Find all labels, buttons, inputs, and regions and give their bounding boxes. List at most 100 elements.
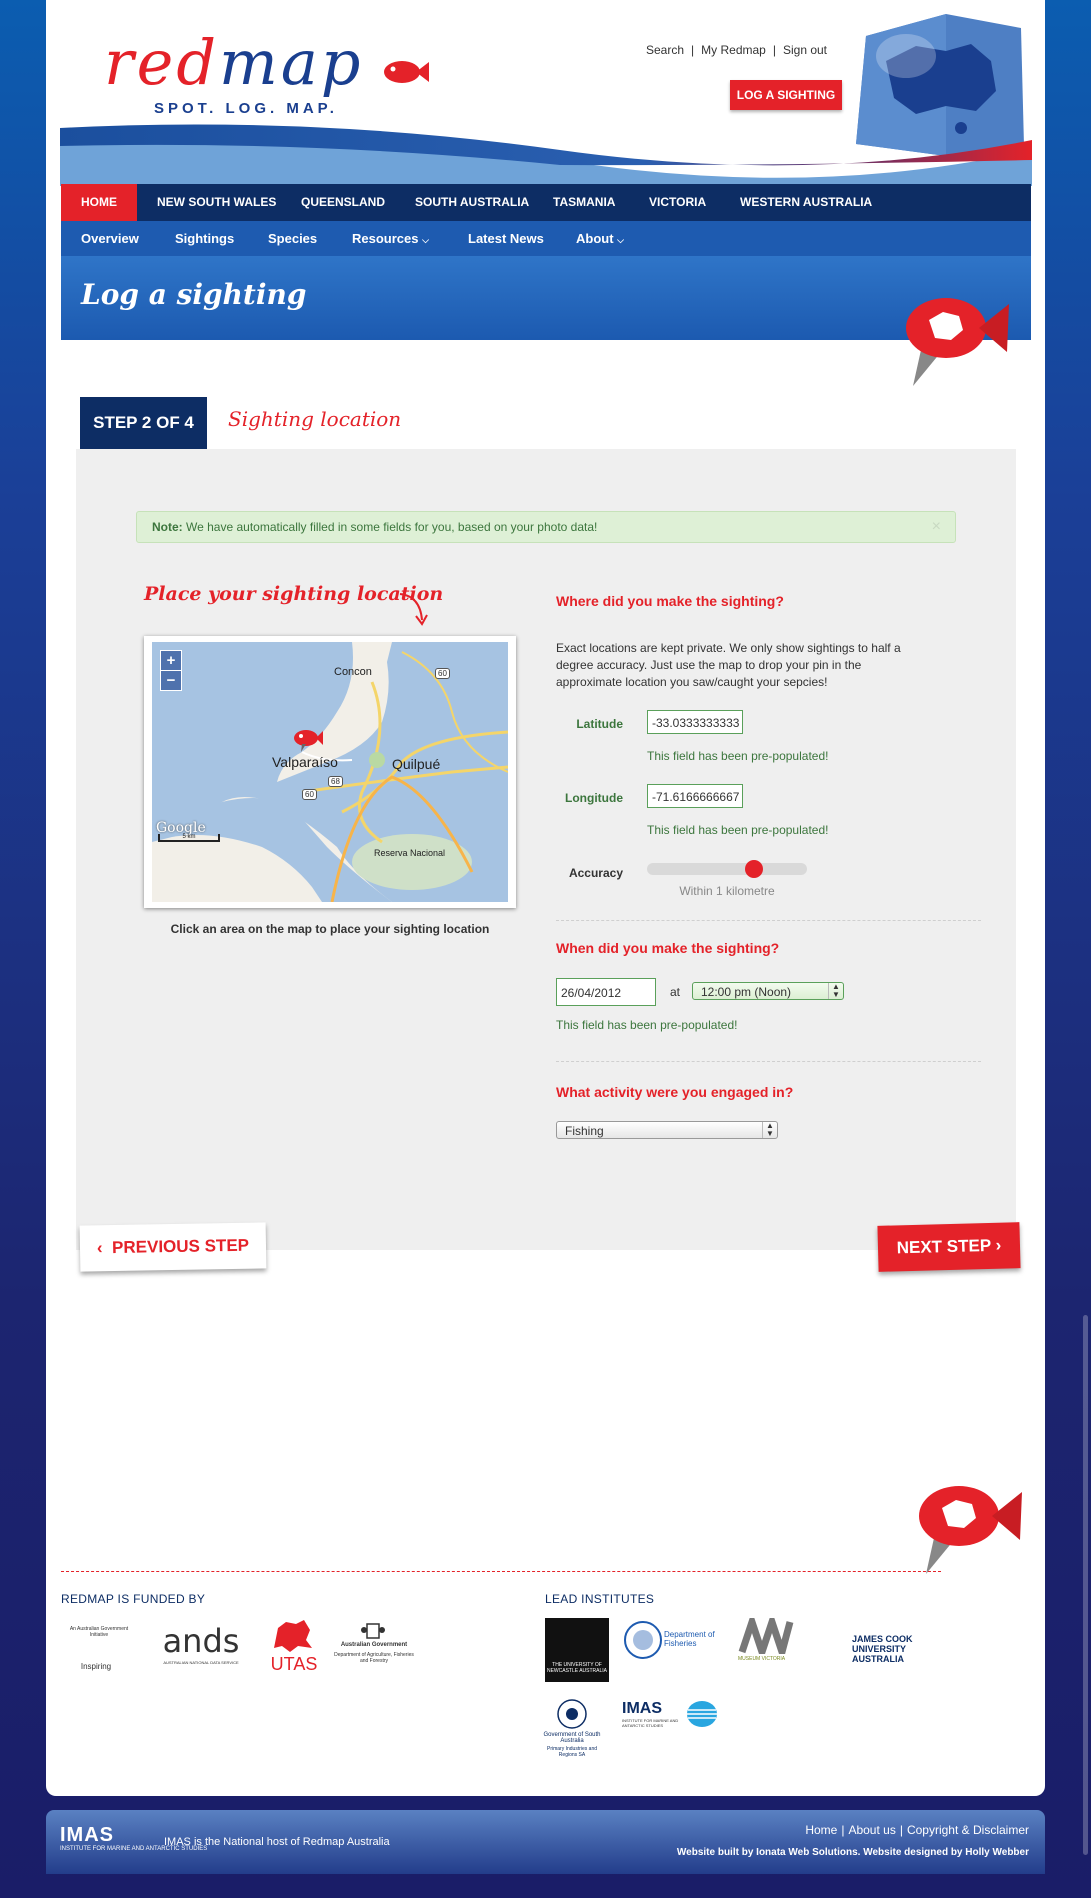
- map-place-reserva: Reserva Nacional: [374, 848, 446, 858]
- autofill-note: Note: We have automatically filled in so…: [136, 511, 956, 543]
- nav-tas[interactable]: TASMANIA: [553, 184, 615, 221]
- nav-vic[interactable]: VICTORIA: [649, 184, 706, 221]
- newcastle-logo[interactable]: THE UNIVERSITY OF NEWCASTLE AUSTRALIA: [545, 1618, 609, 1682]
- chevron-left-icon: ‹: [96, 1238, 103, 1258]
- location-map[interactable]: + − Concon Valparaíso Quilpué Reserva Na…: [144, 636, 516, 908]
- ands-logo[interactable]: ands: [156, 1622, 246, 1660]
- aus-gov-initiative-logo[interactable]: An Australian Government Initiative: [64, 1626, 134, 1638]
- date-help: This field has been pre-populated!: [556, 1018, 738, 1032]
- step-indicator: STEP 2 OF 4: [80, 397, 207, 449]
- map-canvas[interactable]: + − Concon Valparaíso Quilpué Reserva Na…: [152, 642, 508, 902]
- note-text: We have automatically filled in some fie…: [186, 520, 598, 534]
- date-input[interactable]: 26/04/2012: [556, 978, 656, 1006]
- footer-imas-logo[interactable]: IMAS: [60, 1824, 114, 1847]
- logo-tagline: SPOT. LOG. MAP.: [154, 100, 338, 117]
- latitude-input[interactable]: -33.0333333333: [647, 710, 743, 734]
- fish-pin-icon: [906, 298, 1009, 386]
- chevron-right-icon: ›: [995, 1235, 1002, 1255]
- footer-home-link[interactable]: Home: [805, 1823, 837, 1837]
- fish-logo-icon: [384, 61, 429, 83]
- accuracy-label: Accuracy: [568, 866, 623, 880]
- sa-gov-logo[interactable]: Government of South Australia: [540, 1732, 604, 1744]
- map-scale: 5 km: [158, 834, 220, 842]
- daff-logo: Department of Agriculture, Fisheries and…: [334, 1652, 414, 1664]
- aus-gov-logo[interactable]: Australian Government: [334, 1642, 414, 1648]
- my-redmap-link[interactable]: My Redmap: [701, 43, 766, 57]
- nav-sightings[interactable]: Sightings: [175, 221, 234, 256]
- footer-divider: [61, 1571, 941, 1572]
- nav-nsw[interactable]: NEW SOUTH WALES: [157, 184, 276, 221]
- chevron-down-icon: ⌵: [617, 235, 624, 245]
- longitude-label: Longitude: [565, 791, 623, 805]
- note-prefix: Note:: [152, 520, 183, 534]
- fish-pin-icon: [919, 1486, 1022, 1574]
- at-label: at: [670, 985, 681, 999]
- location-heading: Where did you make the sighting?: [556, 593, 784, 609]
- sa-gov-crest-icon: [557, 1699, 587, 1729]
- nav-overview[interactable]: Overview: [81, 221, 139, 256]
- utas-logo[interactable]: UTAS: [268, 1654, 320, 1675]
- select-arrows-icon: ▲ ▼: [762, 1122, 777, 1138]
- map-place-concon: Concon: [334, 666, 372, 678]
- log-sighting-button[interactable]: LOG A SIGHTING: [730, 80, 842, 110]
- footer-copyright-link[interactable]: Copyright & Disclaimer: [907, 1823, 1029, 1837]
- zoom-in-button[interactable]: +: [160, 650, 182, 671]
- page-container: redmap SPOT. LOG. MAP. Search | My Redmap |…: [46, 0, 1045, 1796]
- search-link[interactable]: Search: [646, 43, 684, 57]
- ands-subtitle: AUSTRALIAN NATIONAL DATA SERVICE: [163, 1660, 239, 1665]
- zoom-out-button[interactable]: −: [160, 670, 182, 691]
- nav-resources[interactable]: Resources ⌵: [352, 221, 429, 256]
- next-step-button[interactable]: NEXT STEP ›: [877, 1222, 1021, 1272]
- museum-victoria-logo[interactable]: MUSEUM VICTORIA: [738, 1656, 848, 1662]
- coat-of-arms-icon: [361, 1623, 385, 1639]
- lead-heading: LEAD INSTITUTES: [545, 1592, 655, 1606]
- nav-qld[interactable]: QUEENSLAND: [301, 184, 385, 221]
- fish-marker-icon[interactable]: [292, 728, 324, 752]
- longitude-input[interactable]: -71.6166666667: [647, 784, 743, 808]
- scrollbar[interactable]: [1083, 1315, 1088, 1855]
- activity-select[interactable]: Fishing ▲ ▼: [556, 1121, 778, 1139]
- previous-step-button[interactable]: ‹ PREVIOUS STEP: [79, 1222, 267, 1272]
- latitude-help: This field has been pre-populated!: [647, 749, 829, 763]
- footer-credit: Website built by Ionata Web Solutions. W…: [676, 1847, 1029, 1858]
- nav-species[interactable]: Species: [268, 221, 317, 256]
- header-wave: [60, 124, 1032, 186]
- divider: [556, 920, 981, 921]
- footer-links: Home | About us | Copyright & Disclaimer: [805, 1823, 1029, 1837]
- utas-lion-icon: [274, 1620, 312, 1652]
- state-nav: HOME NEW SOUTH WALES QUEENSLAND SOUTH AU…: [61, 184, 1031, 221]
- site-footer: IMAS INSTITUTE FOR MARINE AND ANTARCTIC …: [46, 1810, 1045, 1874]
- section-nav: Overview Sightings Species Resources ⌵ L…: [61, 221, 1031, 256]
- sign-out-link[interactable]: Sign out: [783, 43, 827, 57]
- redmap-logo[interactable]: redmap: [104, 26, 363, 99]
- imas-globe-icon: [687, 1701, 717, 1727]
- when-heading: When did you make the sighting?: [556, 940, 780, 956]
- wa-crest-icon: [624, 1621, 662, 1659]
- select-arrows-icon: ▲ ▼: [828, 983, 843, 999]
- chevron-down-icon: ⌵: [422, 235, 429, 245]
- map-caption: Click an area on the map to place your s…: [170, 922, 490, 936]
- nav-sa[interactable]: SOUTH AUSTRALIA: [415, 184, 529, 221]
- fisheries-logo[interactable]: Department of Fisheries: [664, 1630, 728, 1648]
- nav-about[interactable]: About ⌵: [576, 221, 624, 256]
- nav-home[interactable]: HOME: [61, 184, 137, 221]
- map-place-valparaiso: Valparaíso: [272, 754, 338, 770]
- inspiring-logo[interactable]: Inspiring: [76, 1662, 116, 1671]
- time-select[interactable]: 12:00 pm (Noon) ▲ ▼: [692, 982, 844, 1000]
- pirsa-logo: Primary Industries and Regions SA: [546, 1746, 598, 1758]
- footer-about-link[interactable]: About us: [848, 1823, 895, 1837]
- accuracy-slider[interactable]: [647, 860, 807, 878]
- road-shield: 60: [435, 668, 450, 679]
- page-banner: Log a sighting: [61, 256, 1031, 340]
- footer-host-text: IMAS is the National host of Redmap Aust…: [164, 1836, 390, 1848]
- imas-logo[interactable]: IMAS: [622, 1700, 682, 1718]
- jcu-logo[interactable]: JAMES COOK UNIVERSITY AUSTRALIA: [852, 1634, 942, 1664]
- top-links: Search | My Redmap | Sign out: [646, 43, 828, 57]
- latitude-label: Latitude: [576, 717, 623, 731]
- close-icon[interactable]: ×: [932, 512, 941, 542]
- accuracy-text: Within 1 kilometre: [679, 884, 775, 898]
- imas-logo-subtitle: INSTITUTE FOR MARINE AND ANTARCTIC STUDI…: [622, 1718, 679, 1728]
- funded-heading: REDMAP IS FUNDED BY: [61, 1592, 206, 1606]
- nav-wa[interactable]: WESTERN AUSTRALIA: [740, 184, 872, 221]
- nav-latest-news[interactable]: Latest News: [468, 221, 544, 256]
